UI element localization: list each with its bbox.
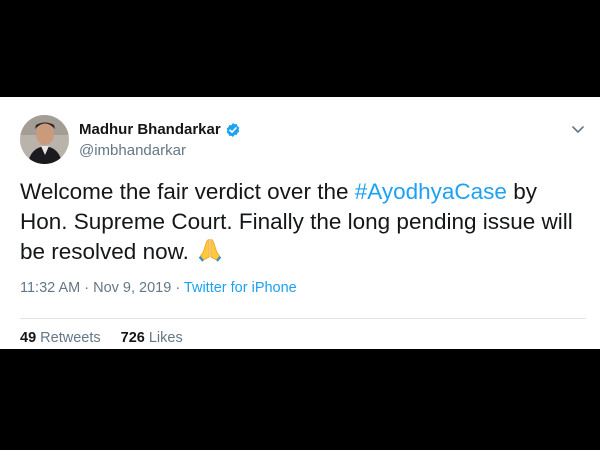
tweet-date[interactable]: Nov 9, 2019 [93,280,171,296]
likes-count: 726 [120,330,145,346]
tweet-text: Welcome the fair verdict over the #Ayodh… [20,177,590,271]
tweet-meta: 11:32 AM · Nov 9, 2019 · Twitter for iPh… [20,280,297,296]
tweet-stats: 49 Retweets 726 Likes [20,330,183,346]
divider [20,318,586,319]
hashtag-link[interactable]: #AyodhyaCase [355,179,507,204]
tweet-text-part: Welcome the fair verdict over the [20,179,355,204]
tweet-card: Madhur Bhandarkar @imbhandarkar Welcome … [0,97,600,349]
meta-separator: · [80,280,94,296]
retweets-count: 49 [20,330,37,346]
likes-label: Likes [148,330,183,346]
chevron-down-icon[interactable] [570,121,586,137]
author-handle[interactable]: @imbhandarkar [79,142,186,159]
tweet-source-link[interactable]: Twitter for iPhone [184,280,297,296]
verified-badge-icon [225,122,241,138]
folded-hands-emoji [197,237,223,271]
retweets-stat[interactable]: 49 Retweets [20,330,101,346]
tweet-time[interactable]: 11:32 AM [20,280,80,296]
retweets-label: Retweets [40,330,101,346]
avatar[interactable] [20,115,69,164]
likes-stat[interactable]: 726 Likes [121,330,183,346]
author-name[interactable]: Madhur Bhandarkar [79,121,221,138]
meta-separator: · [171,280,184,296]
